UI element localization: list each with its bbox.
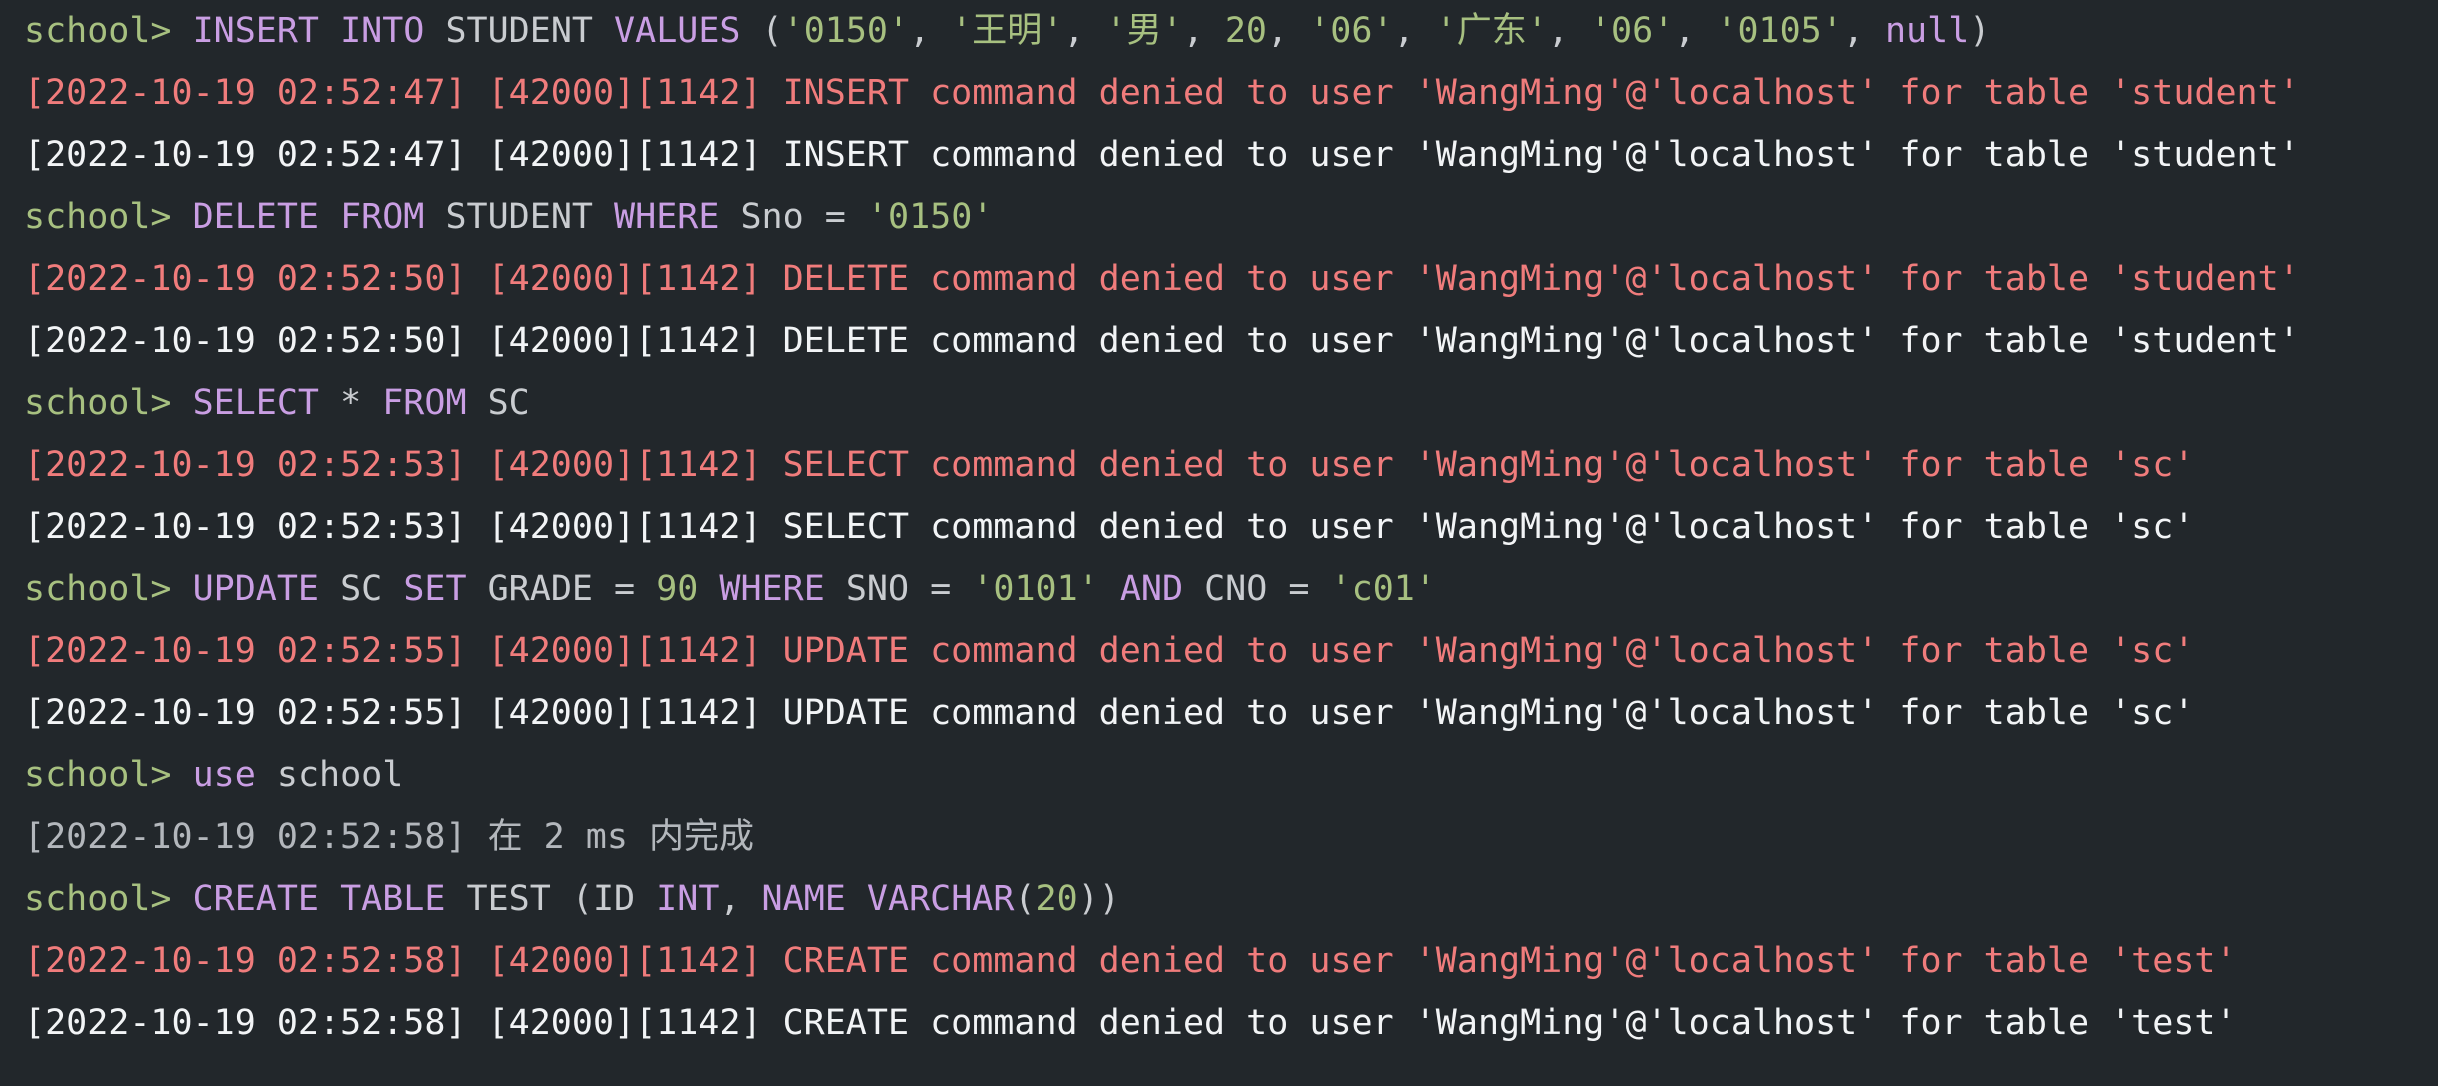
sql-token-str: '广东' [1435,11,1548,51]
output-message: [2022-10-19 02:52:58] [42000][1142] CREA… [24,1003,2237,1043]
command-line: school> INSERT INTO STUDENT VALUES ('015… [24,0,2424,62]
sql-token-id [1099,569,1120,609]
command-line: school> CREATE TABLE TEST (ID INT, NAME … [24,868,2424,930]
sql-token-id: school [255,755,404,795]
sql-token-str: '0150' [866,197,994,237]
command-line: school> SELECT * FROM SC [24,372,2424,434]
error-message: [2022-10-19 02:52:58] [42000][1142] CREA… [24,941,2237,981]
sql-token-punct: , [1182,11,1225,51]
sql-token-id: TEST (ID [445,879,657,919]
command-line: school> use school [24,744,2424,806]
sql-token-kw: UPDATE [192,569,320,609]
sql-token-id [846,879,867,919]
sql-token-id: GRADE = [466,569,657,609]
sql-token-punct: )) [1077,879,1120,919]
sql-token-kw: INT [656,879,720,919]
command-line: school> UPDATE SC SET GRADE = 90 WHERE S… [24,558,2424,620]
sql-token-str: '06' [1589,11,1675,51]
sql-token-id [319,197,340,237]
sql-token-id [319,11,340,51]
sql-token-id: STUDENT [424,11,615,51]
sql-token-str: '0150' [782,11,910,51]
command-line: school> DELETE FROM STUDENT WHERE Sno = … [24,186,2424,248]
sql-token-punct: , [1674,11,1717,51]
sql-token-punct: , [1267,11,1310,51]
sql-token-kw: AND [1119,569,1184,609]
sql-token-id: CNO = [1183,569,1331,609]
sql-token-str: '王明' [951,11,1064,51]
console-prompt: school> [24,569,193,609]
sql-token-punct: ) [1969,11,1991,51]
sql-token-num: 90 [656,569,699,609]
sql-token-kw: FROM [340,197,425,237]
sql-token-punct: , [1547,11,1590,51]
sql-token-kw: WHERE [719,569,825,609]
sql-token-punct: , [1842,11,1885,51]
sql-token-id: SNO = [824,569,973,609]
console-prompt: school> [24,383,193,423]
sql-token-id [319,879,340,919]
output-message: [2022-10-19 02:52:55] [42000][1142] UPDA… [24,693,2195,733]
console-prompt: school> [24,11,193,51]
sql-token-punct: , [1393,11,1436,51]
sql-token-str: '0105' [1716,11,1843,51]
sql-token-punct: ( [1014,879,1036,919]
sql-token-id [698,569,719,609]
sql-token-kw: SELECT [192,383,320,423]
error-message: [2022-10-19 02:52:55] [42000][1142] UPDA… [24,631,2195,671]
sql-token-punct: , [909,11,952,51]
sql-token-id: Sno = [719,197,867,237]
sql-token-id: SC [319,569,404,609]
sql-token-kw: DELETE [192,197,320,237]
sql-token-str: '06' [1309,11,1394,51]
sql-token-punct: ( [740,11,783,51]
sql-token-kw: SET [403,569,467,609]
sql-token-kw: TABLE [340,879,446,919]
sql-token-id: SC [466,383,530,423]
sql-token-kw: VALUES [614,11,741,51]
error-message: [2022-10-19 02:52:53] [42000][1142] SELE… [24,445,2195,485]
sql-token-id: STUDENT [424,197,615,237]
sql-token-kw: null [1884,11,1970,51]
output-message: [2022-10-19 02:52:53] [42000][1142] SELE… [24,507,2195,547]
console-prompt: school> [24,879,193,919]
sql-token-kw: CREATE [192,879,320,919]
sql-token-str: '男' [1105,11,1183,51]
error-message: [2022-10-19 02:52:47] [42000][1142] INSE… [24,73,2300,113]
sql-token-kw: INSERT [192,11,320,51]
sql-token-punct: , [1063,11,1106,51]
sql-token-kw: NAME [761,879,846,919]
sql-console-output[interactable]: school> INSERT INTO STUDENT VALUES ('015… [24,0,2424,1054]
sql-token-num: 20 [1224,11,1268,51]
output-message: [2022-10-19 02:52:47] [42000][1142] INSE… [24,135,2300,175]
sql-token-kw: use [192,755,256,795]
info-message: [2022-10-19 02:52:58] 在 2 ms 内完成 [24,817,755,857]
sql-token-id: * [319,383,383,423]
console-prompt: school> [24,197,193,237]
sql-token-str: 'c01' [1330,569,1436,609]
sql-token-str: '0101' [972,569,1099,609]
sql-token-num: 20 [1035,879,1078,919]
output-message: [2022-10-19 02:52:50] [42000][1142] DELE… [24,321,2300,361]
error-message: [2022-10-19 02:52:50] [42000][1142] DELE… [24,259,2300,299]
sql-token-punct: , [719,879,762,919]
sql-token-kw: WHERE [614,197,720,237]
sql-token-kw: VARCHAR [866,879,1015,919]
console-prompt: school> [24,755,193,795]
sql-token-kw: INTO [340,11,425,51]
sql-token-kw: FROM [382,383,467,423]
